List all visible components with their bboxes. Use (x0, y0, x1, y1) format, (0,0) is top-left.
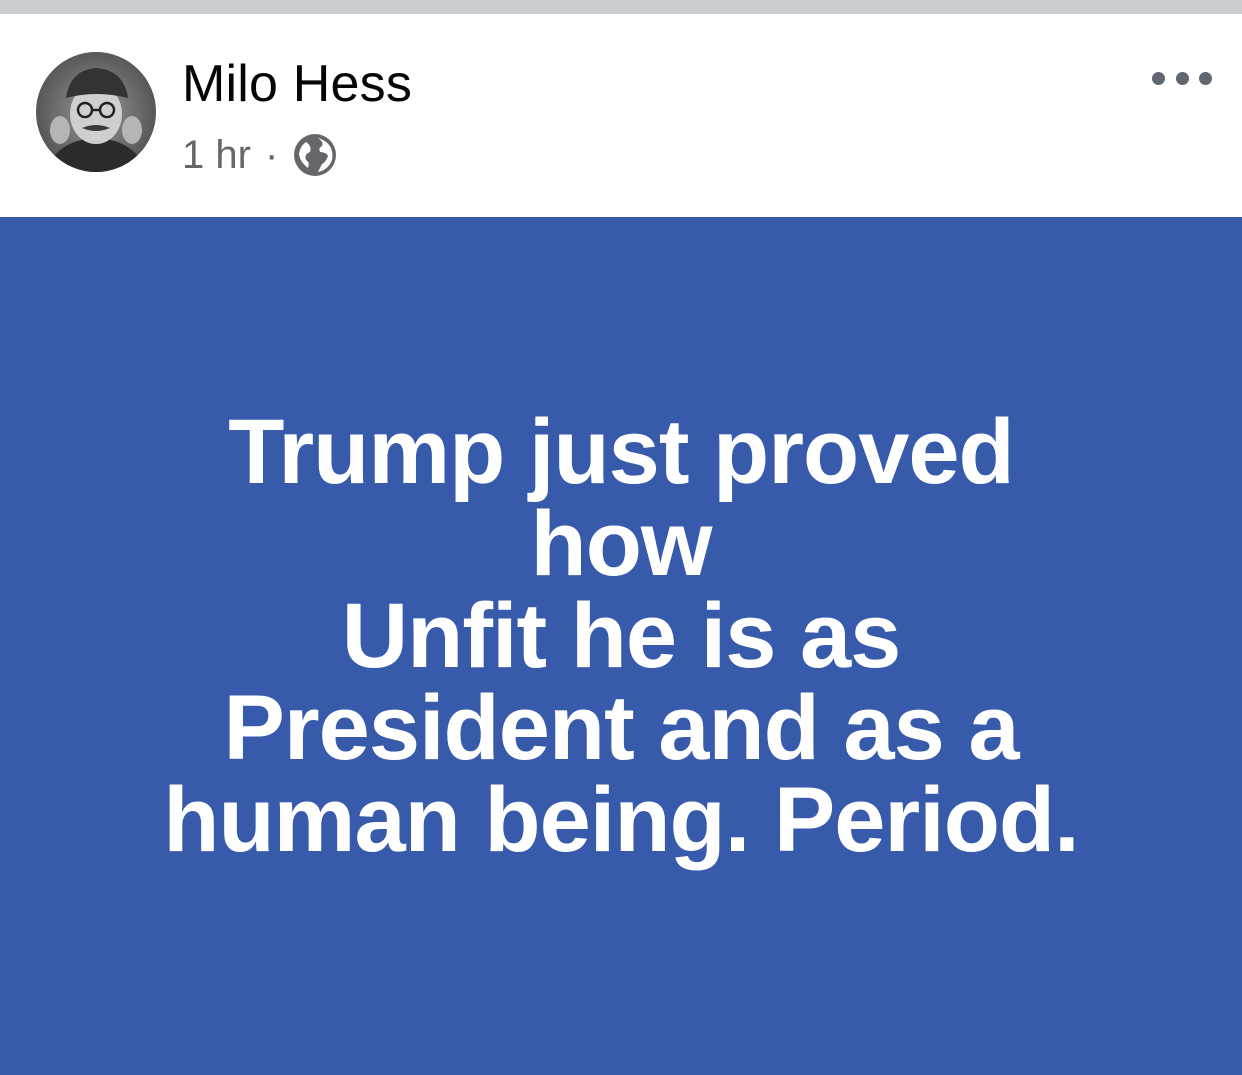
more-dot (1152, 71, 1165, 85)
more-dot (1199, 71, 1212, 85)
feed-divider (0, 0, 1242, 14)
author-name[interactable]: Milo Hess (182, 54, 412, 114)
globe-icon[interactable] (292, 132, 338, 178)
avatar-photo (36, 52, 156, 172)
post-text-card[interactable]: Trump just proved how Unfit he is as Pre… (0, 217, 1242, 1075)
post-text-line: Trump just proved (228, 401, 1015, 503)
post-timestamp[interactable]: 1 hr (182, 130, 251, 180)
meta-separator: · (264, 133, 279, 177)
post-text-line: Unfit he is as (341, 585, 902, 687)
post-text: Trump just proved how Unfit he is as Pre… (163, 401, 1079, 871)
post-text-line: human being. Period. (163, 769, 1079, 871)
avatar[interactable] (36, 52, 156, 172)
more-dot (1175, 71, 1189, 85)
post-header: Milo Hess 1 hr · (0, 14, 1242, 217)
more-options-icon[interactable] (1152, 60, 1212, 96)
post-text-line: President and as a (223, 677, 1019, 779)
post-text-line: how (530, 493, 713, 595)
post-meta: 1 hr · (182, 130, 338, 180)
